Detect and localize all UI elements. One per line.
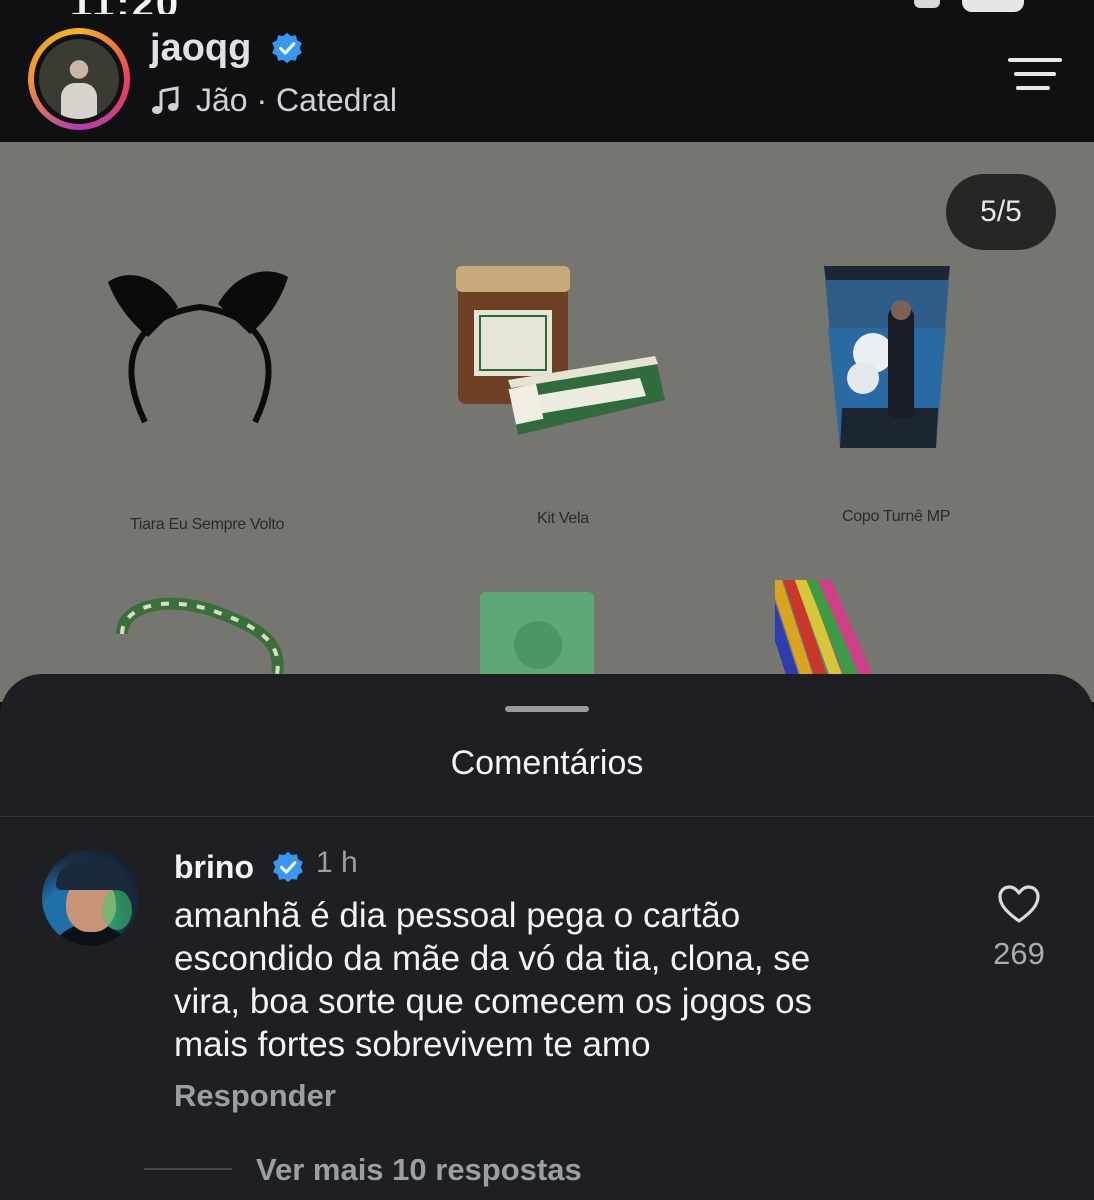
verified-icon — [272, 32, 302, 64]
sheet-title: Comentários — [450, 744, 644, 782]
comment-username-text: brino — [174, 849, 254, 885]
comment-time: 1 h — [316, 846, 358, 879]
music-note-icon — [152, 85, 179, 114]
post-carousel[interactable]: 5/5 Tiara Eu Sempre Volto Kit Vela Copo … — [0, 142, 1094, 702]
verified-icon — [273, 851, 303, 883]
lanyard-image — [116, 597, 284, 675]
menu-icon[interactable] — [1008, 58, 1062, 90]
view-more-replies-button[interactable]: Ver mais 10 respostas — [256, 1152, 582, 1188]
avatar — [39, 39, 119, 119]
carousel-counter: 5/5 — [946, 174, 1056, 250]
comment-line: vira, boa sorte que comecem os jogos os — [174, 982, 813, 1021]
headband-image — [108, 271, 288, 424]
card-image — [480, 592, 594, 680]
comment-avatar[interactable] — [42, 850, 138, 946]
music-row[interactable]: Jão · Catedral — [150, 82, 397, 119]
cup-image — [824, 266, 950, 448]
candle-kit-image — [456, 266, 665, 435]
music-label: Jão · Catedral — [196, 82, 397, 118]
status-bar: 11:20 — [0, 0, 1094, 26]
divider — [0, 816, 1094, 817]
like-count: 269 — [993, 936, 1045, 971]
status-icons — [914, 0, 1024, 12]
username-text: jaoqg — [150, 27, 252, 69]
comment-line: escondido da mãe da vó da tia, clona, se — [174, 939, 811, 978]
comment-line: amanhã é dia pessoal pega o cartão — [174, 896, 741, 935]
product-label: Tiara Eu Sempre Volto — [130, 516, 285, 533]
wristbands-image — [775, 580, 881, 680]
replies-divider — [144, 1168, 232, 1170]
comments-sheet: Comentários brino 1 h amanhã é dia pesso… — [0, 674, 1094, 1200]
post-header: jaoqg Jão · Catedral — [0, 14, 1094, 142]
product-label: Copo Turnê MP — [842, 508, 951, 525]
reply-button[interactable]: Responder — [174, 1078, 336, 1114]
comment-text: amanhã é dia pessoal pega o cartão escon… — [174, 894, 914, 1066]
product-label: Kit Vela — [537, 510, 589, 527]
signal-icon — [914, 0, 940, 8]
story-ring-avatar[interactable] — [28, 28, 130, 130]
comment-line: mais fortes sobrevivem te amo — [174, 1025, 651, 1064]
username[interactable]: jaoqg — [150, 26, 304, 70]
heart-icon[interactable] — [997, 884, 1041, 924]
sheet-drag-handle[interactable] — [505, 706, 589, 712]
battery-icon — [962, 0, 1024, 12]
comment-username[interactable]: brino — [174, 844, 305, 886]
